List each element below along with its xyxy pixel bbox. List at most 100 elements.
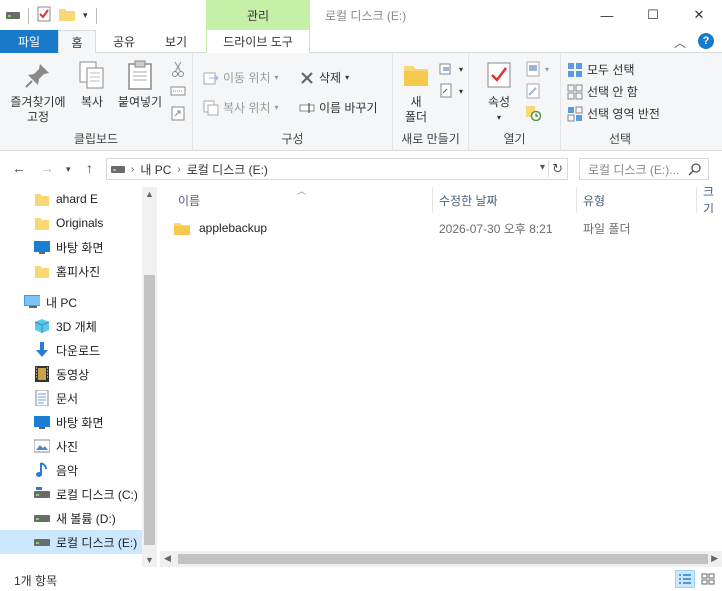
nav-item-desktop-pc[interactable]: 바탕 화면 [0,410,142,434]
ribbon-tabs: 파일 홈 공유 보기 드라이브 도구 ︿ ? [0,30,722,54]
delete-icon [299,70,315,86]
select-all-button[interactable]: 모두 선택 [567,61,635,78]
scroll-left-icon[interactable]: ◀ [164,553,171,564]
column-header-size[interactable]: 크기 [697,187,722,213]
nav-item-this-pc[interactable]: 내 PC [0,290,142,314]
nav-item-downloads[interactable]: 다운로드 [0,338,142,362]
nav-item-label: 문서 [56,391,79,406]
nav-item-label: 로컬 디스크 (E:) [56,535,138,550]
nav-scrollbar-thumb[interactable] [144,275,155,545]
large-icons-view-button[interactable] [698,570,718,588]
nav-item-drive-d[interactable]: 새 볼륨 (D:) [0,506,142,530]
help-icon[interactable]: ? [698,33,714,49]
search-input[interactable]: 로컬 디스크 (E:)... [579,158,709,180]
select-none-button[interactable]: 선택 안 함 [567,83,638,100]
video-icon [34,366,50,382]
nav-item-label: 로컬 디스크 (C:) [56,487,138,502]
copy-to-icon [203,100,219,116]
copy-path-button[interactable] [170,83,186,99]
nav-item-documents[interactable]: 문서 [0,386,142,410]
forward-arrow-icon[interactable]: → [40,160,54,176]
breadcrumb-separator-icon[interactable]: › [131,164,134,175]
tab-view[interactable]: 보기 [152,30,200,53]
horizontal-scrollbar-thumb[interactable] [178,554,708,564]
chevron-down-icon[interactable]: ▾ [83,10,88,21]
easy-access-button[interactable]: ▾ [439,83,463,99]
scroll-up-icon[interactable]: ▲ [145,189,154,199]
select-all-icon [567,62,583,78]
nav-item-desktop[interactable]: 바탕 화면 [0,235,142,259]
refresh-icon[interactable]: ↻ [548,161,563,177]
nav-item-music[interactable]: 음악 [0,458,142,482]
new-folder-button[interactable]: 새 폴더 [399,59,433,125]
column-header-name[interactable]: 이름 [172,187,433,213]
nav-item-originals[interactable]: Originals [0,211,142,235]
new-item-button[interactable]: ▾ [439,61,463,77]
tab-drive-tools[interactable]: 드라이브 도구 [206,30,310,53]
breadcrumb-pc[interactable]: 내 PC [140,161,171,178]
rename-button[interactable]: 이름 바꾸기 [299,99,378,116]
nav-item-drive-e[interactable]: 로컬 디스크 (E:) [0,530,142,554]
nav-scrollbar[interactable]: ▲ ▼ [142,187,157,567]
desktop-icon [34,239,50,255]
address-bar[interactable]: › 내 PC › 로컬 디스크 (E:) ▾ ↻ [106,158,568,180]
new-group-label: 새로 만들기 [401,132,460,146]
paste-shortcut-button[interactable] [170,105,186,121]
chevron-down-icon: ▾ [545,64,550,74]
chevron-down-icon: ▾ [274,73,279,82]
nav-item-3d-objects[interactable]: 3D 개체 [0,314,142,338]
maximize-button[interactable]: ☐ [630,0,676,30]
scroll-right-icon[interactable]: ▶ [711,553,718,564]
copy-to-button[interactable]: 복사 위치 ▾ [203,99,279,116]
pin-to-quick-access-button[interactable]: 즐겨찾기에 고정 [6,59,70,125]
open-button[interactable]: ▾ [525,61,549,77]
breadcrumb-separator-icon[interactable]: › [177,164,180,175]
recent-locations-icon[interactable]: ▾ [66,164,71,175]
tab-file[interactable]: 파일 [0,30,58,53]
paste-button[interactable]: 붙여넣기 [114,59,166,110]
scroll-down-icon[interactable]: ▼ [145,555,154,565]
select-group: 모두 선택 선택 안 함 선택 영역 반전 선택 [561,53,679,151]
tab-home[interactable]: 홈 [58,30,96,54]
details-view-button[interactable] [675,570,695,588]
manage-tab-header[interactable]: 관리 [206,0,310,30]
search-icon [688,162,702,179]
rename-icon [299,100,315,116]
chevron-down-icon[interactable]: ▾ [540,162,545,173]
minimize-button[interactable]: — [584,0,630,30]
tab-share[interactable]: 공유 [102,30,146,53]
nav-item-pictures[interactable]: 사진 [0,434,142,458]
table-row[interactable]: applebackup 2026-07-30 오후 8:21 파일 폴더 [174,217,654,239]
new-folder-icon[interactable] [59,7,75,24]
select-none-icon [567,84,583,100]
move-to-button[interactable]: 이동 위치 ▾ [203,69,279,86]
up-arrow-icon[interactable]: ↑ [86,160,93,176]
edit-button[interactable] [525,83,541,99]
select-group-label: 선택 [608,132,632,146]
column-header-type[interactable]: 유형 [577,187,697,213]
close-button[interactable]: ✕ [676,0,722,30]
column-header-modified[interactable]: 수정한 날짜 [433,187,577,213]
properties-icon[interactable] [37,6,51,25]
download-icon [34,342,50,358]
chevron-up-icon[interactable]: ︿ [674,34,686,51]
history-button[interactable] [525,105,541,121]
cut-button[interactable] [170,61,186,77]
chevron-down-icon: ▾ [496,113,501,122]
copy-button[interactable]: 복사 [74,59,110,110]
breadcrumb-drive[interactable]: 로컬 디스크 (E:) [187,161,268,178]
horizontal-scrollbar[interactable]: ◀ ▶ [160,551,722,567]
properties-button[interactable]: 속성 ▾ [483,59,515,125]
nav-item-videos[interactable]: 동영상 [0,362,142,386]
nav-item-drive-c[interactable]: 로컬 디스크 (C:) [0,482,142,506]
nav-item-ahard-e[interactable]: ahard E [0,187,142,211]
invert-selection-button[interactable]: 선택 영역 반전 [567,105,660,122]
nav-item-homepage-photos[interactable]: 홈피사진 [0,259,142,283]
select-none-label: 선택 안 함 [587,85,638,99]
delete-button[interactable]: 삭제 ▾ [299,69,349,86]
invert-selection-icon [567,106,583,122]
new-group: 새 폴더 ▾ ▾ 새로 만들기 [393,53,469,151]
file-modified: 2026-07-30 오후 8:21 [439,221,553,236]
open-group-label: 열기 [503,132,526,146]
back-arrow-icon[interactable]: ← [12,160,26,176]
